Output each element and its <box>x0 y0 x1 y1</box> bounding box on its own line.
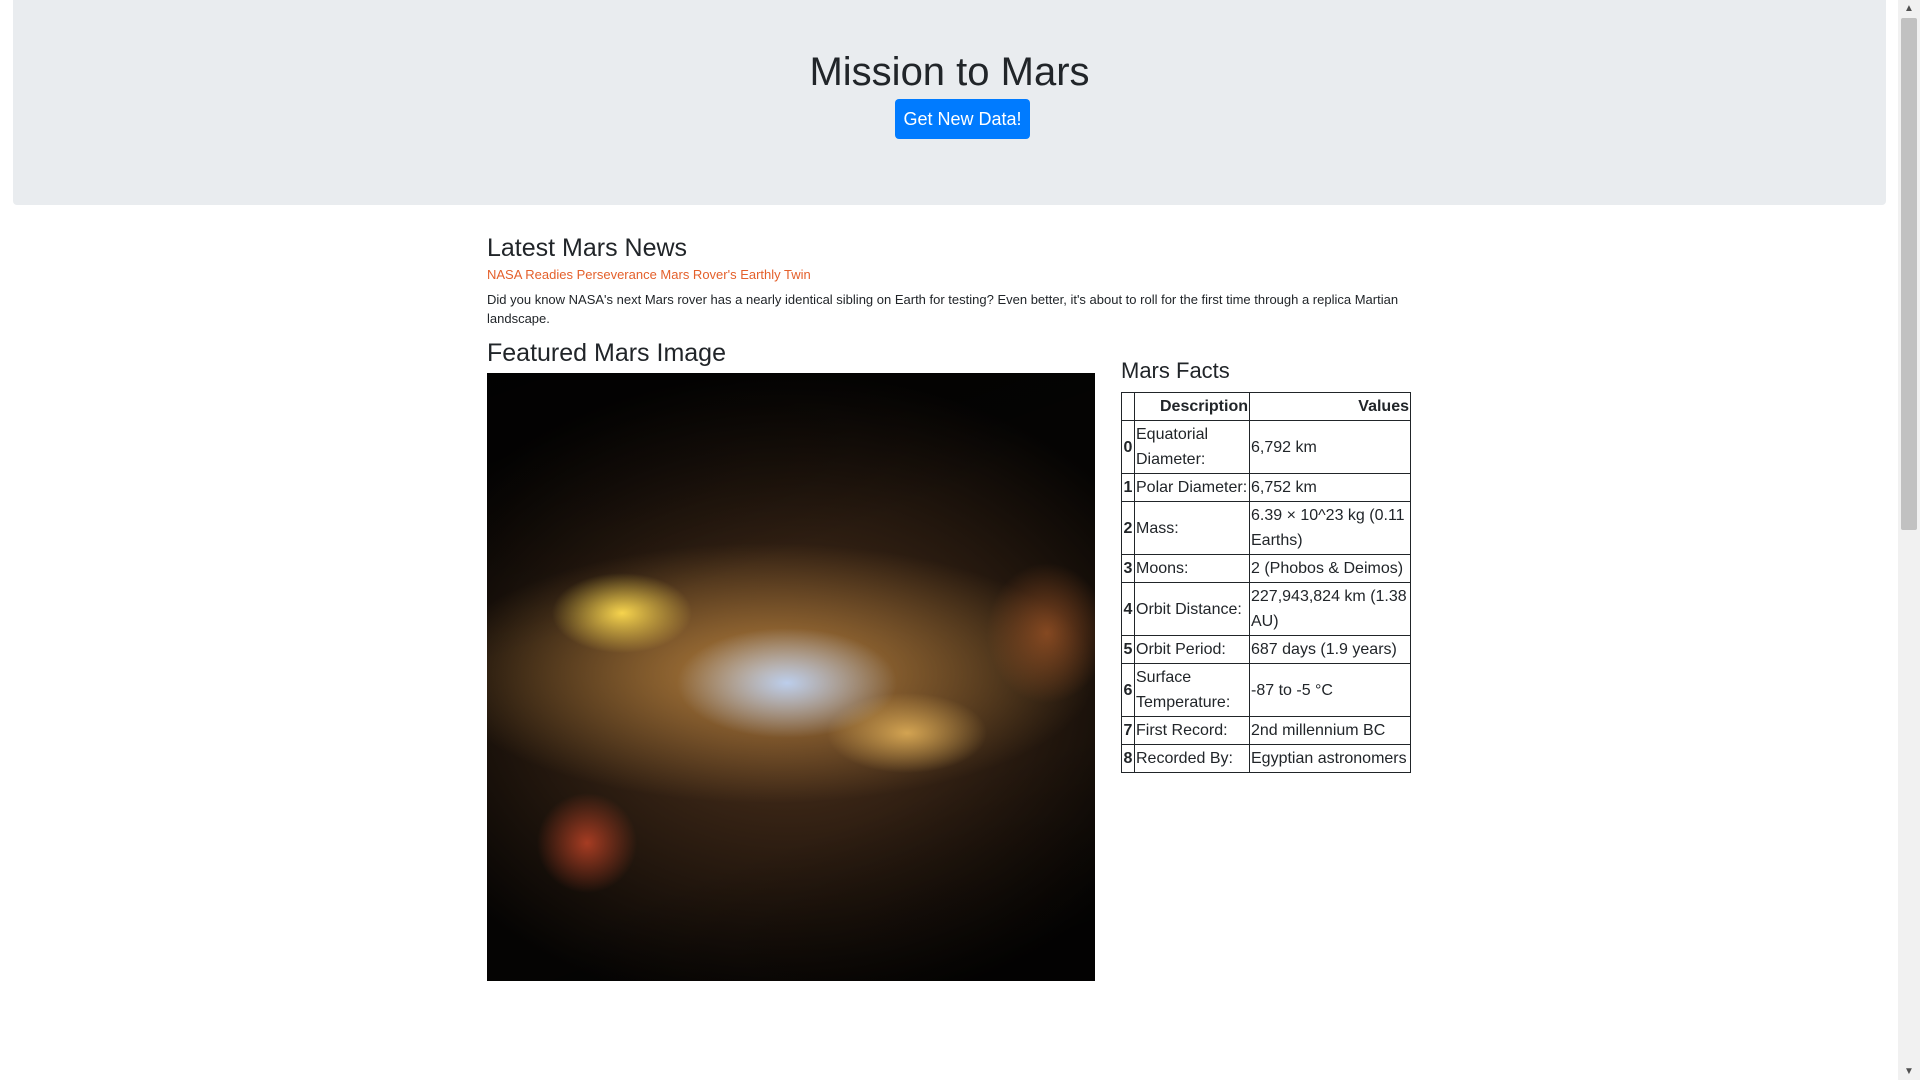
row-index: 3 <box>1121 554 1135 583</box>
table-row: 2 Mass: 6.39 × 10^23 kg (0.11 Earths) <box>1121 501 1411 555</box>
news-title-link[interactable]: NASA Readies Perseverance Mars Rover's E… <box>487 267 811 282</box>
row-index: 1 <box>1121 473 1135 502</box>
row-index: 0 <box>1121 420 1135 474</box>
row-index: 2 <box>1121 501 1135 555</box>
table-row: 5 Orbit Period: 687 days (1.9 years) <box>1121 635 1411 664</box>
vertical-scrollbar[interactable]: ▲ ▼ <box>1898 0 1920 1080</box>
row-index: 7 <box>1121 716 1135 745</box>
news-heading: Latest Mars News <box>487 234 688 262</box>
jumbotron-header: Mission to Mars Get New Data! <box>13 0 1886 205</box>
table-row: 6 Surface Temperature: -87 to -5 °C <box>1121 663 1411 717</box>
row-value: 227,943,824 km (1.38 AU) <box>1249 582 1411 636</box>
row-description: Polar Diameter: <box>1134 473 1250 502</box>
scrollbar-thumb[interactable] <box>1901 18 1917 530</box>
row-value: 2nd millennium BC <box>1249 716 1411 745</box>
table-row: 4 Orbit Distance: 227,943,824 km (1.38 A… <box>1121 582 1411 636</box>
table-row: 0 Equatorial Diameter: 6,792 km <box>1121 420 1411 474</box>
row-value: 6,792 km <box>1249 420 1411 474</box>
row-value: 2 (Phobos & Deimos) <box>1249 554 1411 583</box>
row-description: Orbit Distance: <box>1134 582 1250 636</box>
page-title: Mission to Mars <box>809 50 1090 94</box>
row-index: 5 <box>1121 635 1135 664</box>
row-value: -87 to -5 °C <box>1249 663 1411 717</box>
featured-image-heading: Featured Mars Image <box>487 339 726 367</box>
row-description: Recorded By: <box>1134 744 1250 773</box>
row-description: Mass: <box>1134 501 1250 555</box>
column-header-values: Values <box>1249 392 1411 421</box>
mars-facts-heading: Mars Facts <box>1121 358 1230 383</box>
scroll-down-arrow-icon[interactable]: ▼ <box>1898 1063 1920 1080</box>
get-new-data-button[interactable]: Get New Data! <box>895 99 1030 139</box>
page: Mission to Mars Get New Data! Latest Mar… <box>0 0 1898 1080</box>
row-description: First Record: <box>1134 716 1250 745</box>
row-index: 4 <box>1121 582 1135 636</box>
column-header-index <box>1121 392 1135 421</box>
row-description: Equatorial Diameter: <box>1134 420 1250 474</box>
column-header-description: Description <box>1134 392 1250 421</box>
table-header-row: Description Values <box>1121 392 1411 421</box>
table-row: 7 First Record: 2nd millennium BC <box>1121 716 1411 745</box>
row-index: 8 <box>1121 744 1135 773</box>
mars-facts-table: Description Values 0 Equatorial Diameter… <box>1121 392 1411 773</box>
row-value: 687 days (1.9 years) <box>1249 635 1411 664</box>
table-row: 3 Moons: 2 (Phobos & Deimos) <box>1121 554 1411 583</box>
news-paragraph: Did you know NASA's next Mars rover has … <box>487 292 1399 326</box>
table-row: 8 Recorded By: Egyptian astronomers <box>1121 744 1411 773</box>
scroll-up-arrow-icon[interactable]: ▲ <box>1898 0 1920 17</box>
row-index: 6 <box>1121 663 1135 717</box>
row-description: Moons: <box>1134 554 1250 583</box>
featured-mars-image <box>487 373 1095 981</box>
row-value: 6.39 × 10^23 kg (0.11 Earths) <box>1249 501 1411 555</box>
row-value: 6,752 km <box>1249 473 1411 502</box>
row-value: Egyptian astronomers <box>1249 744 1411 773</box>
row-description: Orbit Period: <box>1134 635 1250 664</box>
table-row: 1 Polar Diameter: 6,752 km <box>1121 473 1411 502</box>
row-description: Surface Temperature: <box>1134 663 1250 717</box>
mars-facts-section: Mars Facts Description Values 0 Equatori… <box>1121 358 1411 773</box>
